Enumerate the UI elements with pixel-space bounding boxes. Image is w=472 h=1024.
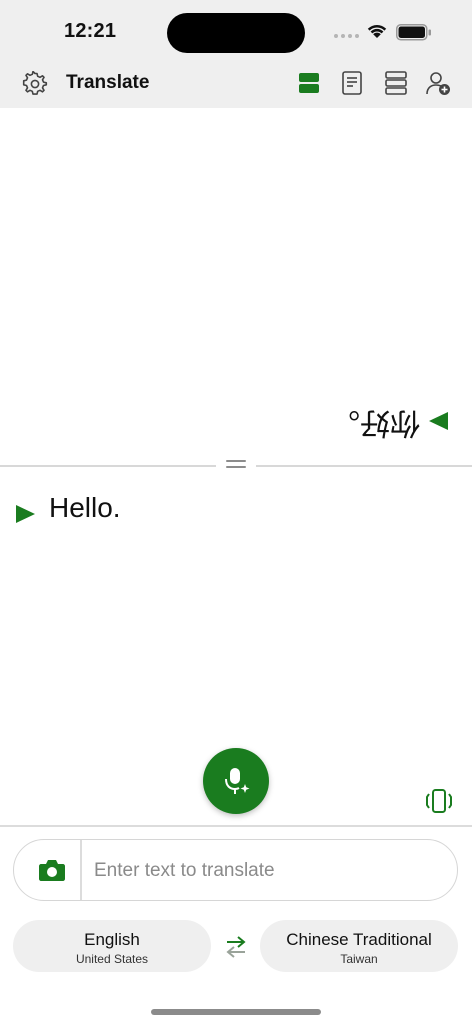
swap-languages-icon[interactable]	[224, 934, 248, 960]
source-language-region: United States	[75, 952, 149, 966]
person-add-icon[interactable]	[425, 70, 451, 96]
play-source-icon[interactable]	[14, 503, 36, 525]
input-divider	[80, 840, 82, 900]
text-input-container	[13, 839, 458, 901]
document-icon[interactable]	[339, 70, 365, 96]
phone-vibrate-icon[interactable]	[424, 788, 454, 814]
wifi-icon	[367, 24, 387, 38]
camera-icon[interactable]	[38, 857, 66, 883]
home-indicator	[151, 1009, 321, 1015]
translate-text-input[interactable]	[92, 854, 446, 888]
source-language-name: English	[84, 930, 140, 949]
top-bar: 12:21 Translate	[0, 0, 472, 108]
gear-icon[interactable]	[22, 71, 48, 97]
play-translation-icon[interactable]	[428, 410, 450, 432]
status-time: 12:21	[64, 20, 117, 42]
split-view-icon[interactable]	[296, 70, 322, 96]
drag-handle[interactable]	[226, 460, 246, 472]
source-text: Hello.	[49, 492, 121, 523]
cellular-signal-icon	[334, 34, 359, 38]
source-language-button[interactable]: English United States	[13, 920, 211, 972]
dynamic-island	[167, 13, 305, 53]
battery-icon	[396, 24, 431, 41]
target-language-region: Taiwan	[340, 952, 378, 966]
list-view-icon[interactable]	[383, 70, 409, 96]
microphone-button[interactable]	[203, 748, 269, 814]
page-title: Translate	[66, 72, 150, 93]
translated-text: 你好。	[330, 405, 420, 440]
target-language-name: Chinese Traditional	[286, 930, 432, 949]
bottom-separator	[0, 825, 472, 827]
target-language-button[interactable]: Chinese Traditional Taiwan	[260, 920, 458, 972]
mic-sparkle-icon	[225, 768, 250, 794]
